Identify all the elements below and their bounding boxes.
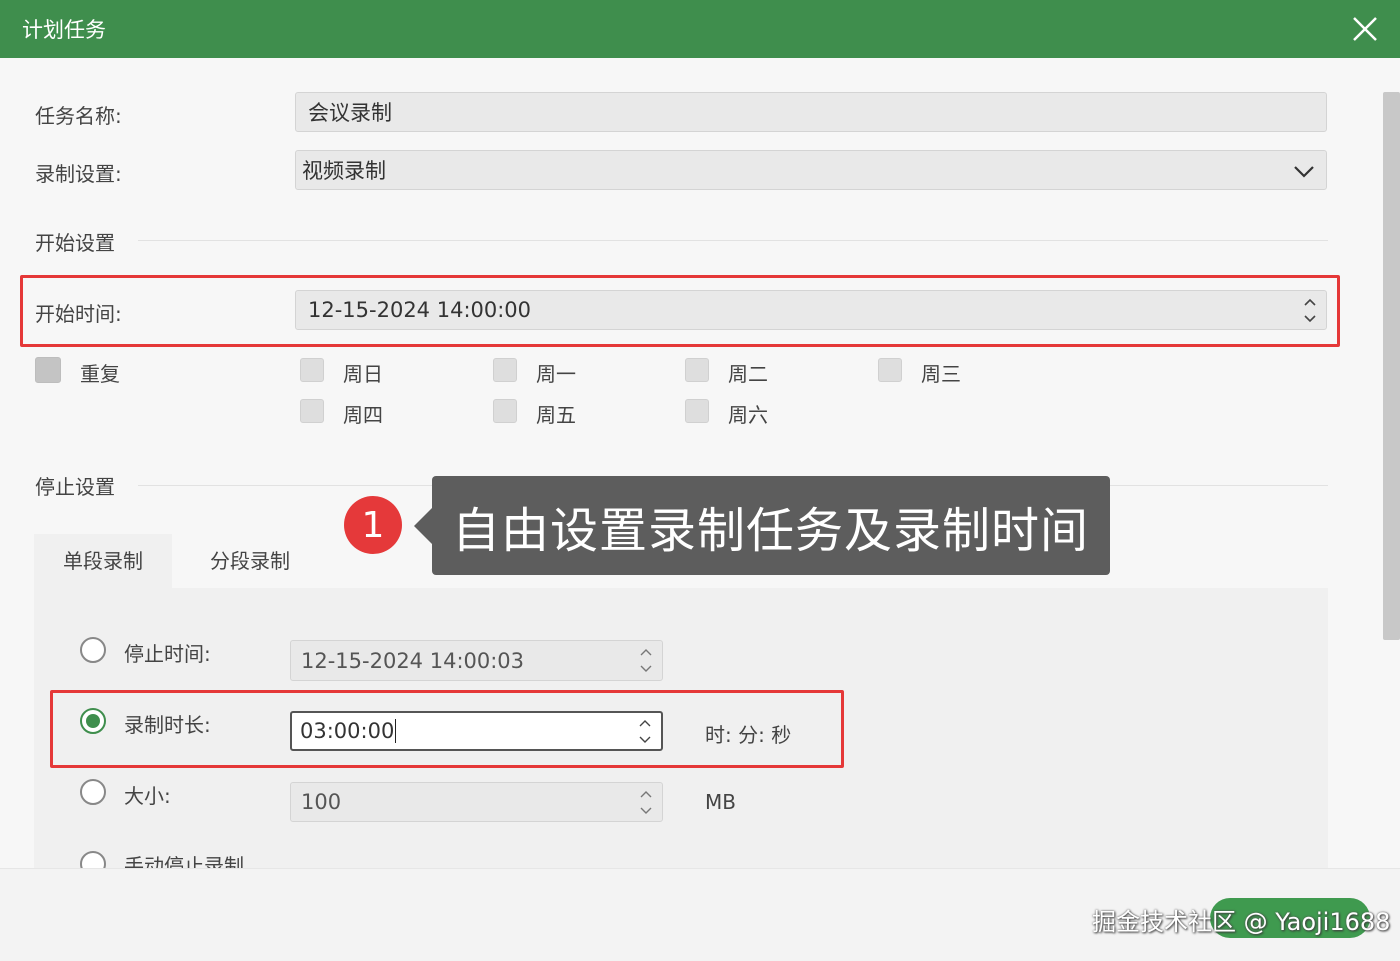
manual-stop-row: 手动停止录制 (0, 840, 700, 868)
weekday-label-thu: 周四 (343, 403, 383, 427)
size-unit: MB (705, 790, 736, 814)
duration-input[interactable]: 03:00:00 (290, 711, 663, 751)
step-badge: 1 (344, 496, 402, 554)
tab-multi-segment[interactable]: 分段录制 (180, 534, 320, 588)
spinner-icon[interactable] (1302, 294, 1318, 326)
repeat-checkbox[interactable] (35, 357, 61, 383)
duration-label: 录制时长: (124, 713, 211, 737)
start-section-title: 开始设置 (35, 231, 115, 255)
weekday-label-wed: 周三 (921, 362, 961, 386)
size-label: 大小: (124, 784, 171, 808)
stop-time-label: 停止时间: (124, 642, 211, 666)
title-bar: 计划任务 (0, 0, 1400, 58)
text-cursor (395, 719, 397, 743)
weekday-label-tue: 周二 (728, 362, 768, 386)
manual-stop-label: 手动停止录制 (124, 854, 244, 868)
task-name-input[interactable]: 会议录制 (295, 92, 1327, 132)
duration-radio[interactable] (80, 708, 106, 734)
weekday-label-fri: 周五 (536, 403, 576, 427)
size-radio[interactable] (80, 779, 106, 805)
manual-stop-radio[interactable] (80, 851, 106, 868)
start-time-input[interactable]: 12-15-2024 14:00:00 (295, 290, 1327, 330)
record-setting-label: 录制设置: (35, 162, 122, 186)
stop-time-input[interactable]: 12-15-2024 14:00:03 (290, 640, 663, 681)
weekday-checkbox-wed[interactable] (878, 358, 902, 382)
record-setting-value: 视频录制 (302, 159, 386, 183)
weekday-label-sun: 周日 (343, 362, 383, 386)
duration-unit: 时: 分: 秒 (705, 723, 792, 747)
size-value: 100 (301, 790, 342, 814)
chevron-down-icon (1294, 166, 1314, 178)
weekday-checkbox-sat[interactable] (685, 399, 709, 423)
weekday-label-sat: 周六 (728, 403, 768, 427)
start-time-value: 12-15-2024 14:00:00 (308, 298, 532, 322)
task-name-label: 任务名称: (35, 104, 122, 128)
annotation-callout: 自由设置录制任务及录制时间 (414, 476, 1110, 575)
watermark-text: 掘金技术社区 @ Yaoji1688 (1092, 908, 1391, 936)
weekday-checkbox-tue[interactable] (685, 358, 709, 382)
close-icon[interactable] (1348, 12, 1382, 46)
weekday-checkbox-mon[interactable] (493, 358, 517, 382)
stop-time-value: 12-15-2024 14:00:03 (301, 648, 525, 673)
weekday-checkbox-sun[interactable] (300, 358, 324, 382)
window-title: 计划任务 (22, 18, 106, 42)
spinner-icon[interactable] (638, 644, 654, 676)
scrollbar[interactable] (1383, 92, 1400, 640)
weekday-label-mon: 周一 (536, 362, 576, 386)
spinner-icon[interactable] (637, 715, 653, 747)
annotation-text: 自由设置录制任务及录制时间 (452, 502, 1090, 559)
stop-time-radio[interactable] (80, 637, 106, 663)
repeat-label: 重复 (80, 362, 120, 386)
tab-single-segment[interactable]: 单段录制 (34, 534, 172, 588)
start-section-divider (138, 240, 1328, 241)
task-name-value: 会议录制 (308, 101, 392, 125)
record-setting-select[interactable]: 视频录制 (295, 150, 1327, 190)
spinner-icon[interactable] (638, 786, 654, 818)
weekday-checkbox-fri[interactable] (493, 399, 517, 423)
stop-section-title: 停止设置 (35, 475, 115, 499)
start-time-label: 开始时间: (35, 302, 122, 326)
duration-value: 03:00:00 (300, 719, 395, 743)
size-input[interactable]: 100 (290, 782, 663, 822)
weekday-checkbox-thu[interactable] (300, 399, 324, 423)
